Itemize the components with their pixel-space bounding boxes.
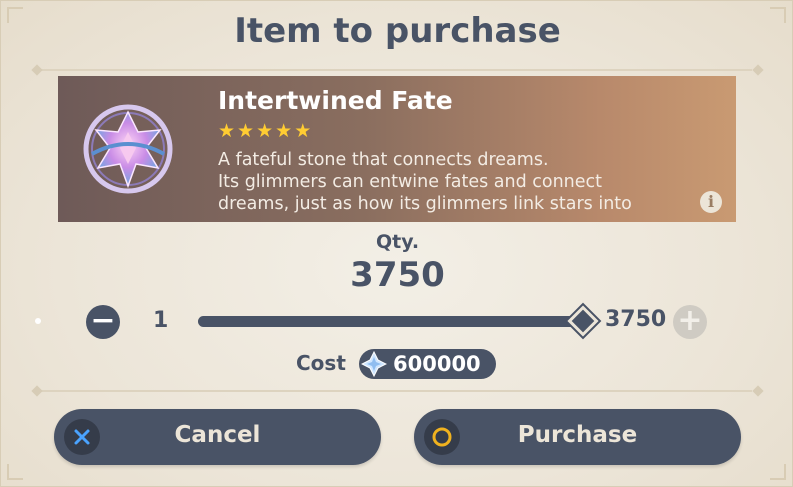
divider-diamond <box>31 64 43 76</box>
indicator-dot <box>35 318 41 324</box>
star-icon: ★ <box>256 120 274 142</box>
item-description: A fateful stone that connects dreams. It… <box>218 149 698 215</box>
dialog-title: Item to purchase <box>234 11 561 51</box>
star-icon: ★ <box>218 120 236 142</box>
cost-value: 600000 <box>393 352 481 376</box>
star-icon: ★ <box>275 120 293 142</box>
item-name: Intertwined Fate <box>218 86 453 115</box>
purchase-button[interactable]: Purchase <box>414 409 741 465</box>
slider-min-label: 1 <box>153 308 169 333</box>
cancel-button[interactable]: Cancel <box>54 409 381 465</box>
intertwined-fate-icon <box>83 104 173 194</box>
description-line: dreams, just as how its glimmers link st… <box>218 194 632 214</box>
increase-quantity-button[interactable]: + <box>673 305 707 339</box>
cancel-label: Cancel <box>174 422 261 448</box>
divider <box>41 390 752 392</box>
cost-label: Cost <box>296 351 346 375</box>
primogem-icon <box>361 351 387 377</box>
star-icon: ★ <box>294 120 312 142</box>
description-line: A fateful stone that connects dreams. <box>218 150 549 170</box>
slider-fill <box>198 316 583 327</box>
quantity-label: Qty. <box>375 231 420 253</box>
slider-max-label: 3750 <box>605 307 667 332</box>
divider-diamond <box>752 385 764 397</box>
quantity-value: 3750 <box>350 255 445 295</box>
divider-diamond <box>31 385 43 397</box>
decrease-quantity-button[interactable]: − <box>86 305 120 339</box>
item-card: Intertwined Fate ★ ★ ★ ★ ★ A fateful sto… <box>58 76 736 222</box>
info-icon[interactable]: i <box>700 191 722 213</box>
divider-diamond <box>752 64 764 76</box>
corner-ornament <box>770 464 786 480</box>
purchase-label: Purchase <box>517 422 638 448</box>
description-line: Its glimmers can entwine fates and conne… <box>218 172 603 192</box>
plus-icon: + <box>677 303 703 338</box>
divider <box>41 69 752 71</box>
star-icon: ★ <box>237 120 255 142</box>
quantity-slider[interactable] <box>198 316 583 327</box>
rarity-stars: ★ ★ ★ ★ ★ <box>218 122 311 141</box>
cost-display: 600000 <box>359 349 496 379</box>
minus-icon: − <box>90 303 116 338</box>
purchase-dialog: Item to purchase Intertwined Fate ★ ★ ★ … <box>0 0 793 487</box>
slider-handle[interactable] <box>567 305 599 337</box>
corner-ornament <box>7 464 23 480</box>
